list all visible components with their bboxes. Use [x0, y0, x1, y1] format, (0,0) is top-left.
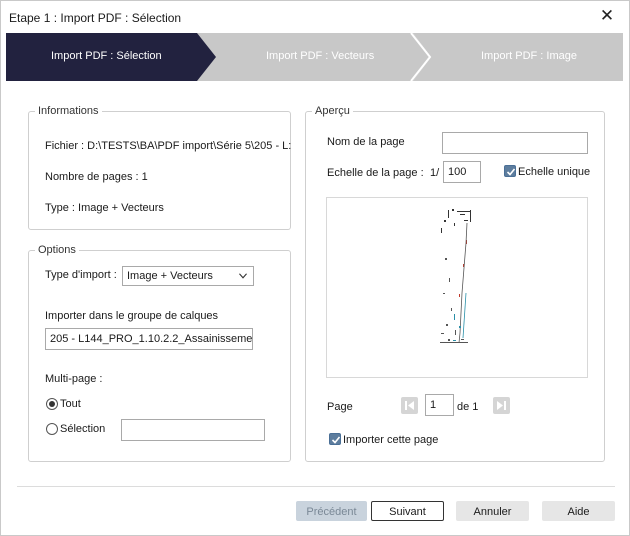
radio-selection-label: Sélection [60, 423, 106, 435]
page-of-label: de 1 [457, 401, 479, 413]
options-title: Options [35, 244, 79, 256]
apercu-title: Aperçu [312, 105, 353, 117]
layer-group-label: Importer dans le groupe de calques [45, 310, 219, 322]
scale-value: 100 [448, 166, 467, 178]
scale-input[interactable]: 100 [443, 161, 481, 183]
page-number-input[interactable]: 1 [425, 394, 454, 416]
radio-all[interactable] [46, 398, 58, 410]
page-name-input[interactable] [442, 132, 588, 154]
close-icon[interactable]: ✕ [597, 6, 617, 26]
import-page-checkbox[interactable] [329, 433, 341, 445]
radio-all-label: Tout [60, 398, 81, 410]
radio-selection[interactable] [46, 423, 58, 435]
footer-separator [17, 486, 615, 487]
step-vecteurs: Import PDF : Vecteurs [266, 50, 375, 62]
pdf-thumbnail [440, 209, 471, 344]
file-path: Fichier : D:\TESTS\BA\PDF import\Série 5… [45, 140, 292, 152]
previous-button[interactable]: Précédent [296, 501, 367, 521]
import-type-select[interactable]: Image + Vecteurs [122, 266, 254, 286]
page-number-value: 1 [430, 399, 437, 411]
file-type: Type : Image + Vecteurs [45, 202, 164, 214]
help-button[interactable]: Aide [542, 501, 615, 521]
unique-scale-checkbox[interactable] [504, 165, 516, 177]
scale-label: Echelle de la page : [327, 167, 424, 179]
informations-title: Informations [35, 105, 102, 117]
chevron-down-icon [239, 273, 247, 279]
page-count: Nombre de pages : 1 [45, 171, 148, 183]
layer-group-value: 205 - L144_PRO_1.10.2.2_Assainissemer [50, 333, 253, 345]
title-bar: Etape 1 : Import PDF : Sélection ✕ [1, 1, 629, 33]
import-page-label: Importer cette page [343, 434, 439, 446]
next-button[interactable]: Suivant [371, 501, 444, 521]
import-type-value: Image + Vecteurs [127, 270, 213, 282]
previous-page-icon[interactable] [401, 397, 418, 414]
page-preview [326, 197, 588, 378]
step-selection: Import PDF : Sélection [51, 50, 162, 62]
cancel-button[interactable]: Annuler [456, 501, 529, 521]
import-pdf-dialog: Etape 1 : Import PDF : Sélection ✕ Impor… [0, 0, 630, 536]
scale-prefix: 1/ [430, 167, 440, 179]
unique-scale-label: Echelle unique [518, 166, 591, 178]
import-type-label: Type d'import : [45, 269, 117, 281]
next-page-icon[interactable] [493, 397, 510, 414]
layer-group-input[interactable]: 205 - L144_PRO_1.10.2.2_Assainissemer [45, 328, 253, 350]
page-name-label: Nom de la page [327, 136, 405, 148]
multipage-label: Multi-page : [45, 373, 103, 385]
page-label: Page [327, 401, 353, 413]
step-image: Import PDF : Image [481, 50, 577, 62]
step-banner: Import PDF : Sélection Import PDF : Vect… [6, 33, 623, 81]
window-title: Etape 1 : Import PDF : Sélection [9, 11, 182, 25]
selection-input[interactable] [121, 419, 265, 441]
